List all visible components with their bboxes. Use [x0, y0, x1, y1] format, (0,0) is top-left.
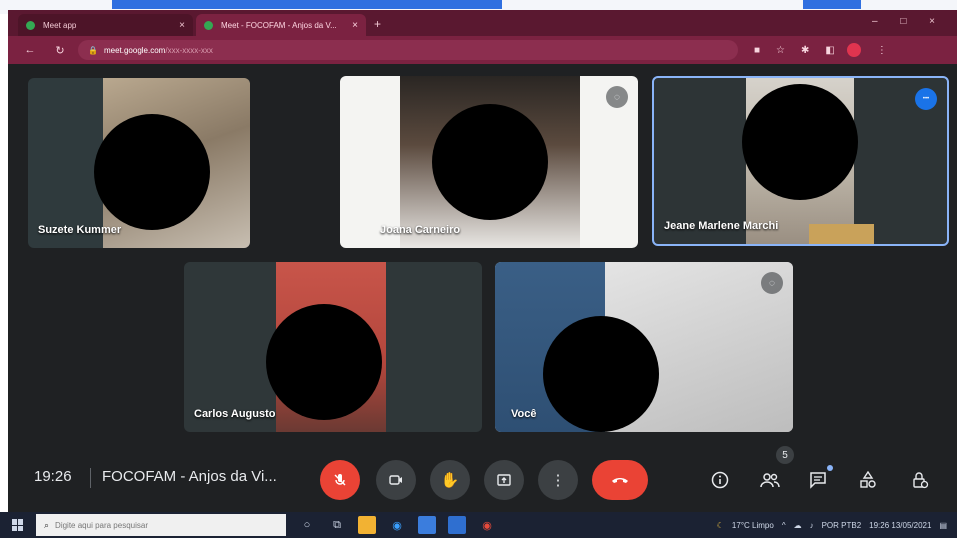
tab-meet-app[interactable]: Meet app × — [18, 14, 193, 36]
host-controls-icon — [913, 472, 929, 489]
weather-text[interactable]: 17°C Limpo — [732, 521, 774, 530]
activities-button[interactable] — [854, 466, 882, 494]
taskbar-search-input[interactable]: ⌕ Digite aqui para pesquisar — [36, 514, 286, 536]
file-explorer-icon[interactable] — [358, 516, 376, 534]
chat-notification-dot — [827, 465, 833, 471]
speaking-indicator-icon: ••• — [915, 88, 937, 110]
people-icon — [760, 473, 780, 488]
leave-call-icon — [612, 478, 628, 483]
show-everyone-button[interactable] — [756, 466, 784, 494]
profile-avatar[interactable] — [846, 43, 861, 57]
window-controls[interactable]: – □ × — [872, 16, 945, 27]
mic-off-icon — [334, 474, 346, 486]
system-tray: ☾ 17°C Limpo ^ ☁ ♪ POR PTB2 19:26 13/05/… — [717, 521, 957, 530]
meeting-details-button[interactable] — [706, 466, 734, 494]
face-redaction — [432, 104, 548, 220]
call-controls-bar: 19:26 FOCOFAM - Anjos da Vi... ✋ ⋮ 5 — [8, 444, 957, 512]
url-host: meet.google.com — [103, 45, 166, 55]
search-placeholder: Digite aqui para pesquisar — [55, 520, 148, 530]
search-icon: ⌕ — [44, 519, 50, 530]
windows-start-icon[interactable] — [12, 519, 24, 531]
participant-name: Jeane Marlene Marchi — [664, 220, 779, 232]
chrome-icon[interactable]: ◉ — [478, 516, 496, 534]
more-options-button[interactable]: ⋮ — [538, 460, 578, 500]
participant-name: Você — [511, 408, 537, 420]
tab-meet-focofam[interactable]: Meet - FOCOFAM - Anjos da V... × — [196, 14, 366, 36]
participant-name: Carlos Augusto — [194, 408, 276, 420]
mic-muted-icon: ◌ — [606, 86, 628, 108]
mic-toggle-button[interactable] — [320, 460, 360, 500]
network-icon[interactable]: ☁ — [794, 521, 802, 530]
present-screen-icon — [497, 474, 511, 486]
info-icon — [711, 471, 729, 489]
weather-icon[interactable]: ☾ — [717, 521, 724, 530]
camera-permission-icon[interactable]: ■ — [754, 45, 760, 56]
back-icon[interactable]: ← — [22, 44, 38, 56]
extensions-icon[interactable]: ✱ — [801, 45, 809, 56]
participant-tile[interactable]: Carlos Augusto — [184, 262, 482, 432]
volume-icon[interactable]: ♪ — [810, 521, 814, 530]
face-redaction — [543, 316, 659, 432]
notifications-icon[interactable]: ▤ — [939, 521, 947, 530]
cortana-icon[interactable]: ○ — [298, 516, 316, 534]
self-view-tile[interactable]: ◌ Você — [495, 262, 793, 432]
sidebar-icon[interactable]: ◧ — [825, 45, 834, 56]
meet-favicon-icon — [26, 20, 35, 30]
meet-favicon-icon — [204, 20, 213, 30]
taskbar-clock[interactable]: 19:26 13/05/2021 — [869, 521, 931, 530]
chat-icon — [810, 472, 826, 489]
scan-mark — [803, 0, 861, 9]
edge-icon[interactable]: ◉ — [388, 516, 406, 534]
host-controls-button[interactable] — [906, 466, 934, 494]
participant-count-badge: 5 — [776, 446, 794, 464]
camera-icon — [389, 475, 402, 485]
store-icon[interactable] — [418, 516, 436, 534]
task-view-icon[interactable]: ⧉ — [328, 516, 346, 534]
lock-icon: 🔒 — [88, 45, 98, 55]
address-bar-row: ← ↻ 🔒 meet.google.com /xxx-xxxx-xxx ■ ☆ … — [8, 36, 957, 64]
tab-label: Meet - FOCOFAM - Anjos da V... — [221, 20, 337, 30]
participant-tile[interactable]: Suzete Kummer — [28, 78, 250, 248]
face-redaction — [742, 84, 858, 200]
url-input[interactable]: 🔒 meet.google.com /xxx-xxxx-xxx — [78, 40, 738, 60]
close-tab-icon[interactable]: × — [352, 20, 358, 31]
tab-label: Meet app — [43, 20, 77, 30]
more-options-icon: ⋮ — [550, 472, 566, 489]
meeting-title: FOCOFAM - Anjos da Vi... — [102, 468, 277, 485]
camera-toggle-button[interactable] — [376, 460, 416, 500]
tray-chevron-icon[interactable]: ^ — [782, 521, 786, 530]
menu-icon[interactable]: ⋮ — [877, 45, 887, 56]
divider — [90, 468, 91, 488]
tab-bar: Meet app × Meet - FOCOFAM - Anjos da V..… — [8, 10, 957, 36]
scan-mark — [112, 0, 502, 9]
close-tab-icon[interactable]: × — [179, 20, 185, 31]
language-indicator[interactable]: POR PTB2 — [822, 521, 862, 530]
star-icon[interactable]: ☆ — [776, 45, 785, 56]
activities-icon — [860, 471, 876, 488]
meeting-clock: 19:26 — [34, 468, 72, 485]
video-feed-detail — [809, 224, 874, 244]
participant-tile-active-speaker[interactable]: ••• Jeane Marlene Marchi — [652, 76, 949, 246]
participant-tile[interactable]: ◌ Joana Carneiro — [340, 76, 638, 248]
new-tab-button[interactable]: + — [374, 17, 381, 31]
browser-window: Meet app × Meet - FOCOFAM - Anjos da V..… — [8, 10, 957, 64]
meet-stage: Suzete Kummer ◌ Joana Carneiro ••• Jeane… — [8, 64, 957, 512]
leave-call-button[interactable] — [592, 460, 648, 500]
participant-name: Joana Carneiro — [380, 224, 461, 236]
participant-name: Suzete Kummer — [38, 224, 122, 236]
face-redaction — [266, 304, 382, 420]
reload-icon[interactable]: ↻ — [52, 44, 68, 57]
url-path: /xxx-xxxx-xxx — [165, 45, 213, 55]
mail-icon[interactable] — [448, 516, 466, 534]
raise-hand-button[interactable]: ✋ — [430, 460, 470, 500]
present-now-button[interactable] — [484, 460, 524, 500]
raise-hand-icon: ✋ — [440, 472, 460, 489]
face-redaction — [94, 114, 210, 230]
windows-taskbar: ⌕ Digite aqui para pesquisar ○ ⧉ ◉ ◉ ☾ 1… — [0, 512, 957, 538]
mic-muted-icon: ◌ — [761, 272, 783, 294]
